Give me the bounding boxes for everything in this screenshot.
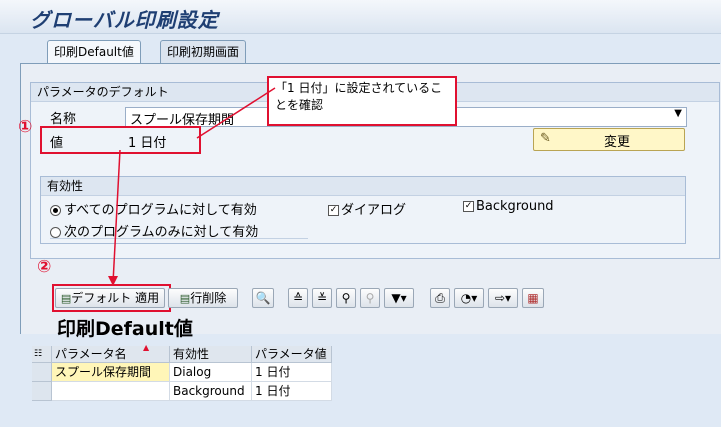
binoculars-next-icon: ⚲ [365,291,375,305]
apply-default-icon: ▤ [60,292,72,305]
column-header-validity[interactable]: 有効性 [170,346,252,363]
magnifier-icon: 🔍 [255,291,271,305]
table-cell-value[interactable]: 1 日付 [252,382,332,401]
column-header-parameter-name[interactable]: パラメータ名 [52,346,170,363]
views-button[interactable]: ◔▾ [454,288,484,308]
table-cell-validity[interactable]: Dialog [170,363,252,382]
apply-default-label: デフォルト 適用 [71,291,160,305]
delete-row-icon: ▤ [179,292,191,305]
sort-descending-button[interactable]: ≚ [312,288,332,308]
sort-descending-icon: ≚ [316,291,328,305]
table-cell-validity[interactable]: Background [170,382,252,401]
sort-ascending-icon: ≙ [292,291,304,305]
table-cell-name[interactable]: スプール保存期間 [52,363,170,382]
row-selector[interactable] [32,363,52,382]
table-cell-name[interactable] [52,382,170,401]
row-selector[interactable] [32,382,52,401]
section-title: 印刷Default値 [57,318,193,340]
print-button[interactable]: ⎙ [430,288,450,308]
delete-row-label: 行削除 [190,291,227,305]
delete-row-button[interactable]: ▤行削除 [168,288,238,308]
filter-icon: ▼▾ [391,291,407,305]
parameter-table: ☷ パラメータ名 有効性 パラメータ値 スプール保存期間 Dialog 1 日付… [32,346,332,406]
printer-icon: ⎙ [435,291,445,305]
export-icon: ⇨▾ [494,291,512,305]
sort-indicator-icon: ▲ [143,343,150,352]
filter-button[interactable]: ▼▾ [384,288,414,308]
export-button[interactable]: ⇨▾ [488,288,518,308]
column-header-parameter-value[interactable]: パラメータ値 [252,346,332,363]
marker-2: ② [37,257,52,277]
grid-icon: ▦ [527,291,539,305]
table-cell-value[interactable]: 1 日付 [252,363,332,382]
sort-ascending-button[interactable]: ≙ [288,288,308,308]
step-arrow [112,149,121,284]
layout-button[interactable]: ▦ [522,288,544,308]
table-toolbar: ▤デフォルト 適用 ▤行削除 🔍 ≙ ≚ ⚲ ⚲ ▼▾ ⎙ ◔▾ ⇨▾ ▦ [45,286,721,310]
select-all-cell[interactable]: ☷ [32,346,52,363]
details-button[interactable]: 🔍 [252,288,274,308]
callout-pointer [196,87,276,139]
binoculars-icon: ⚲ [341,291,351,305]
views-icon: ◔▾ [460,291,478,305]
find-button[interactable]: ⚲ [336,288,356,308]
find-next-button[interactable]: ⚲ [360,288,380,308]
apply-default-button[interactable]: ▤デフォルト 適用 [55,288,165,308]
